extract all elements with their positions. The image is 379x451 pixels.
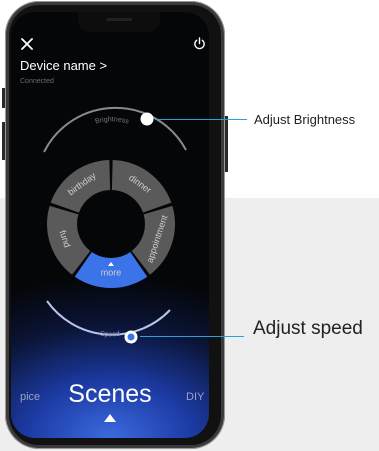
speed-callout-line <box>140 336 244 337</box>
phone-side-button <box>2 88 5 108</box>
control-dial: Brightness birthday dinnerappointmentmore… <box>43 106 187 344</box>
scene-tab-next[interactable]: DIY <box>186 391 204 403</box>
speed-slider-track[interactable] <box>46 300 171 336</box>
brightness-callout-line <box>155 119 247 120</box>
brightness-slider-handle[interactable] <box>140 112 154 126</box>
scene-wheel: birthday dinnerappointmentmorefund <box>46 160 175 288</box>
brightness-slider-track[interactable] <box>43 106 187 153</box>
phone-side-button <box>2 122 5 160</box>
speed-label: Speed <box>100 331 121 339</box>
brightness-callout-label: Adjust Brightness <box>254 112 356 127</box>
speed-callout-label: Adjust speed <box>253 318 363 339</box>
brightness-label: Brightness <box>94 116 130 125</box>
scene-segment-label: more <box>101 267 122 277</box>
phone-side-button <box>225 116 228 172</box>
caret-up-icon <box>104 414 116 422</box>
speed-slider-handle-dot <box>127 333 135 341</box>
scene-tab-current[interactable]: Scenes <box>11 380 209 409</box>
app-screen: Device name > Connected Brightness birth… <box>11 12 209 438</box>
